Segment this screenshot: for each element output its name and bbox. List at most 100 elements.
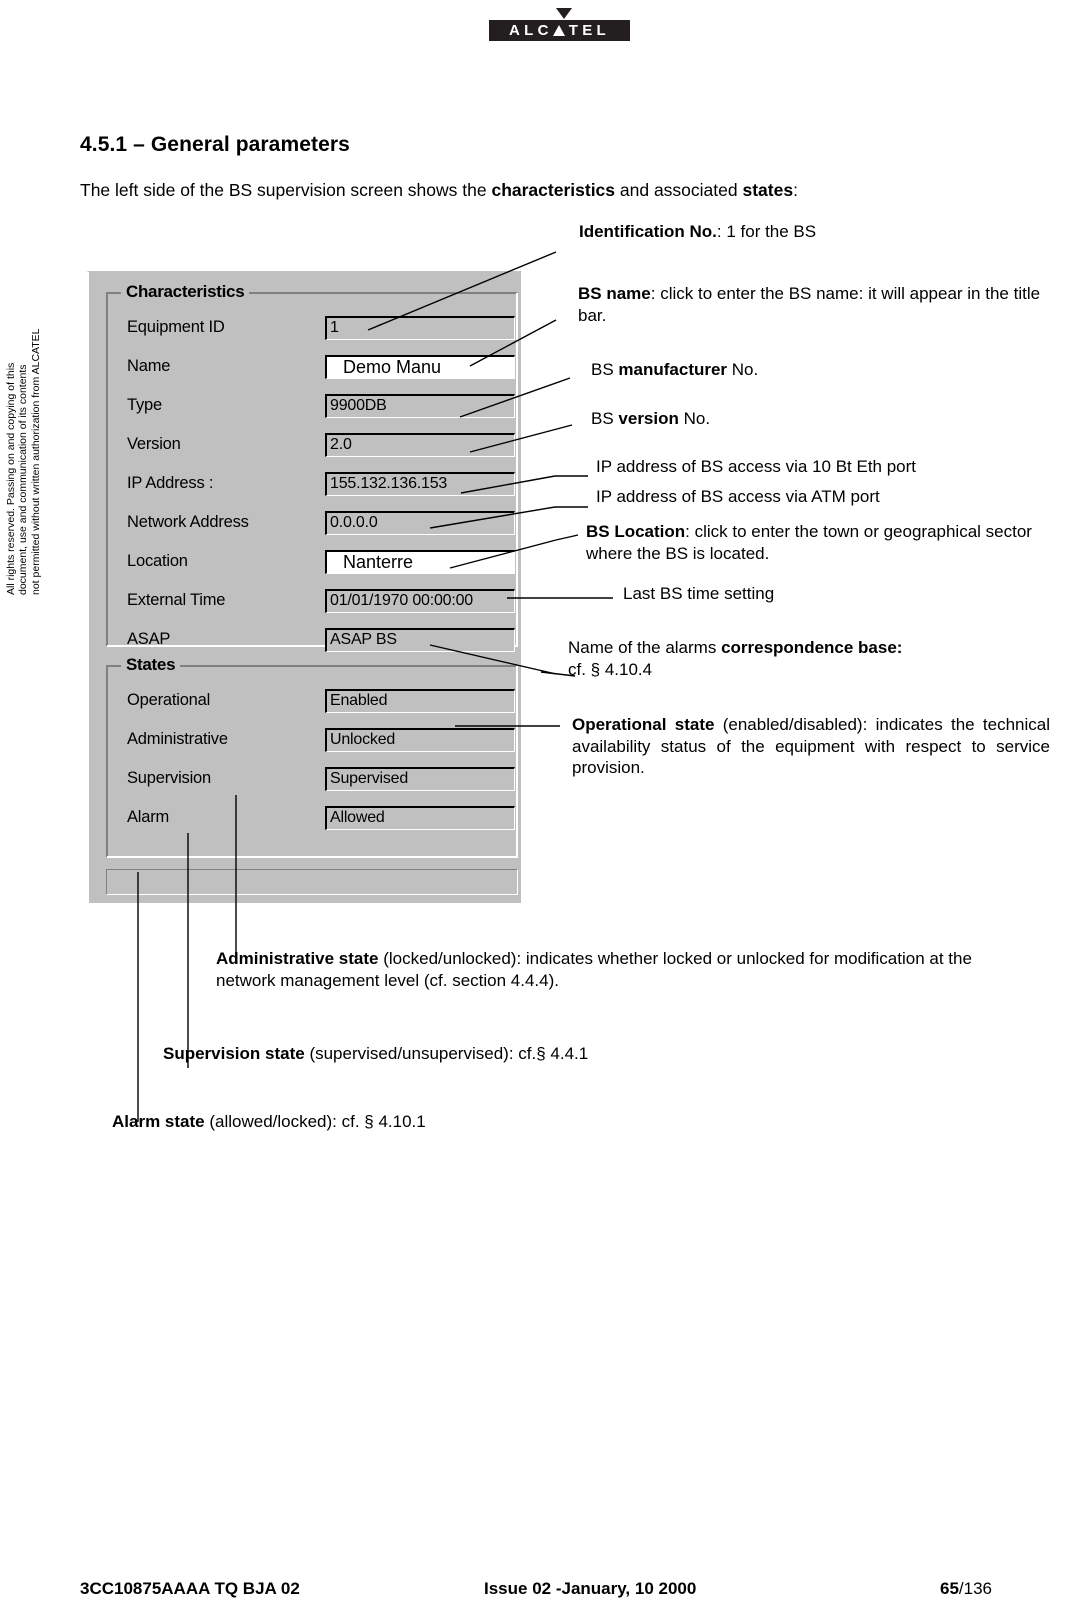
label-location: Location (127, 552, 188, 570)
callout-bs-version-bold: version (618, 409, 679, 428)
logo-letter-l2: L (596, 22, 610, 39)
callout-bs-manufacturer: BS manufacturer No. (591, 359, 991, 381)
callout-alarm-state: Alarm state (allowed/locked): cf. § 4.10… (112, 1111, 872, 1133)
field-row-type: Type 9900DB (107, 394, 517, 422)
callout-administrative-bold: Administrative state (216, 949, 379, 968)
label-equipment-id: Equipment ID (127, 318, 225, 336)
input-asap[interactable]: ASAP BS (325, 628, 515, 652)
footer-page-total: /136 (958, 1579, 992, 1598)
field-row-alarm: Alarm Allowed (107, 806, 517, 834)
label-version: Version (127, 435, 181, 453)
logo-wordmark: ALC TEL (489, 20, 630, 41)
label-operational: Operational (127, 691, 211, 709)
callout-correspondence-bold: correspondence base: (721, 638, 903, 657)
intro-part-a: The left side of the BS supervision scre… (80, 180, 492, 200)
label-name: Name (127, 357, 171, 375)
field-row-operational: Operational Enabled (107, 689, 517, 717)
copyright-line-2: document, use and communication of its c… (17, 364, 30, 595)
input-name[interactable]: Demo Manu (325, 355, 515, 379)
intro-paragraph: The left side of the BS supervision scre… (80, 180, 798, 201)
callout-bs-version: BS version No. (591, 408, 991, 430)
states-group: States Operational Enabled Administrativ… (106, 655, 518, 858)
callout-identification-rest: : 1 for the BS (716, 222, 817, 241)
input-administrative-state[interactable]: Unlocked (325, 728, 515, 752)
field-row-external-time: External Time 01/01/1970 00:00:00 (107, 589, 517, 617)
callout-bs-location-bold: BS Location (586, 522, 686, 541)
callout-administrative-state: Administrative state (locked/unlocked): … (216, 948, 976, 991)
logo-caret-icon (556, 8, 572, 19)
field-row-ip-address: IP Address : 155.132.136.153 (107, 472, 517, 500)
logo-letter-t: T (568, 22, 583, 39)
field-row-supervision: Supervision Supervised (107, 767, 517, 795)
intro-part-e: : (793, 180, 798, 200)
input-equipment-id[interactable]: 1 (325, 316, 515, 340)
input-ip-address[interactable]: 155.132.136.153 (325, 472, 515, 496)
callout-supervision-rest: (supervised/unsupervised): cf.§ 4.4.1 (304, 1044, 589, 1063)
intro-states: states (742, 180, 794, 200)
footer-page-current: 65 (939, 1579, 959, 1598)
alcatel-logo: ALC TEL (489, 8, 639, 48)
dialog-bottom-bar (106, 869, 518, 895)
label-asap: ASAP (127, 630, 171, 648)
copyright-line-1: All rights reserved. Passing on and copy… (5, 362, 17, 595)
field-row-version: Version 2.0 (107, 433, 517, 461)
label-administrative: Administrative (127, 730, 228, 748)
field-row-name: Name Demo Manu (107, 355, 517, 383)
field-row-network-address: Network Address 0.0.0.0 (107, 511, 517, 539)
characteristics-group: Characteristics Equipment ID 1 Name Demo… (106, 282, 518, 652)
intro-part-c: and associated (615, 180, 743, 200)
intro-characteristics: characteristics (491, 180, 616, 200)
callout-last-bs-time: Last BS time setting (623, 584, 775, 603)
input-alarm-state[interactable]: Allowed (325, 806, 515, 830)
callout-ip-eth-port: IP address of BS access via 10 Bt Eth po… (596, 457, 917, 476)
input-location[interactable]: Nanterre (325, 550, 515, 574)
page-title: 4.5.1 – General parameters (80, 133, 350, 156)
footer-doc-id: 3CC10875AAAA TQ BJA 02 (80, 1579, 300, 1598)
dialog-inner-panel: Characteristics Equipment ID 1 Name Demo… (94, 272, 521, 903)
callout-bs-manufacturer-bold: manufacturer (618, 360, 728, 379)
callout-bs-name: BS name: click to enter the BS name: it … (578, 283, 1063, 326)
logo-letter-c: C (537, 22, 553, 39)
field-row-administrative: Administrative Unlocked (107, 728, 517, 756)
field-row-location: Location Nanterre (107, 550, 517, 578)
label-network-address: Network Address (127, 513, 249, 531)
input-operational-state[interactable]: Enabled (325, 689, 515, 713)
characteristics-group-title: Characteristics (121, 282, 250, 302)
states-group-title: States (121, 655, 181, 675)
input-external-time[interactable]: 01/01/1970 00:00:00 (325, 589, 515, 613)
input-supervision-state[interactable]: Supervised (325, 767, 515, 791)
label-alarm: Alarm (127, 808, 170, 826)
callout-alarm-bold: Alarm state (112, 1112, 205, 1131)
callout-supervision-bold: Supervision state (163, 1044, 305, 1063)
input-type[interactable]: 9900DB (325, 394, 515, 418)
logo-letter-l: L (524, 22, 538, 39)
label-external-time: External Time (127, 591, 226, 609)
callout-operational-bold: Operational state (572, 715, 715, 734)
input-network-address[interactable]: 0.0.0.0 (325, 511, 515, 535)
callout-bs-manufacturer-pre: BS (591, 360, 619, 379)
label-supervision: Supervision (127, 769, 212, 787)
callout-bs-version-rest: No. (678, 409, 711, 428)
input-version[interactable]: 2.0 (325, 433, 515, 457)
callout-identification-no: Identification No.: 1 for the BS (579, 221, 1059, 243)
callout-ip-atm-port: IP address of BS access via ATM port (596, 487, 880, 506)
field-row-equipment-id: Equipment ID 1 (107, 316, 517, 344)
label-ip-address: IP Address : (127, 474, 214, 492)
callout-bs-manufacturer-rest: No. (727, 360, 759, 379)
callout-bs-name-bold: BS name (578, 284, 651, 303)
callout-bs-version-pre: BS (591, 409, 619, 428)
callout-correspondence-pre: Name of the alarms (568, 638, 722, 657)
field-row-asap: ASAP ASAP BS (107, 628, 517, 656)
logo-letter-e: E (582, 22, 597, 39)
footer-page-number: 65/136 (940, 1579, 992, 1599)
copyright-line-3: not permitted without written authorizat… (29, 328, 42, 595)
callout-identification-bold: Identification No. (579, 222, 717, 241)
callout-correspondence-ref: cf. § 4.10.4 (568, 659, 653, 679)
copyright-notice: All rights reserved. Passing on and copy… (5, 125, 51, 595)
callout-bs-location: BS Location: click to enter the town or … (586, 521, 1072, 564)
logo-letter-a: A (509, 22, 525, 39)
callout-supervision-state: Supervision state (supervised/unsupervis… (163, 1043, 923, 1065)
label-type: Type (127, 396, 162, 414)
logo-triangle-a-icon (552, 25, 565, 36)
bs-supervision-dialog: Characteristics Equipment ID 1 Name Demo… (86, 271, 521, 903)
